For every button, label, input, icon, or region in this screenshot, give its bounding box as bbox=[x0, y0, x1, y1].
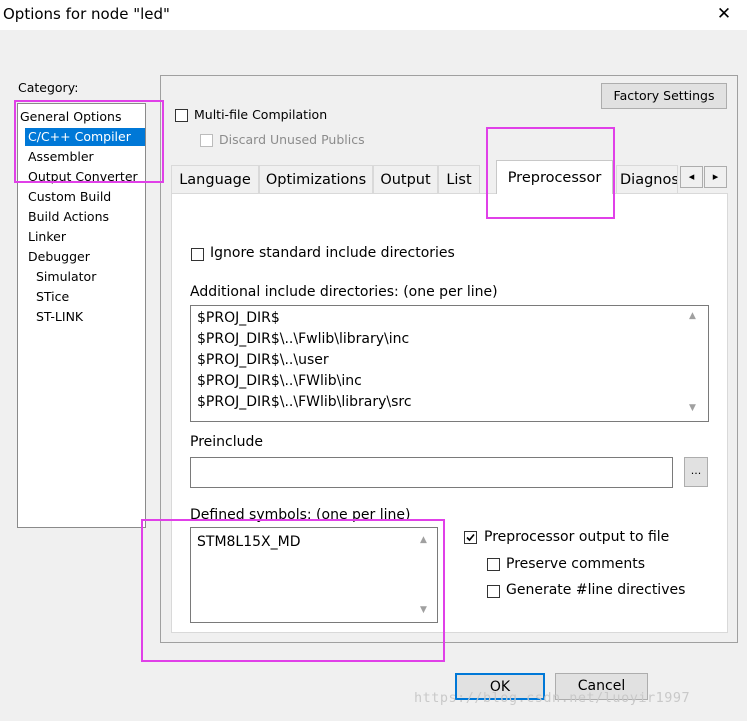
highlight-box-category bbox=[14, 100, 164, 183]
discard-unused-label: Discard Unused Publics bbox=[219, 132, 365, 147]
include-dir-line: $PROJ_DIR$\..\FWlib\library\src bbox=[197, 394, 412, 410]
multi-file-label: Multi-file Compilation bbox=[194, 107, 328, 122]
tab-diagnostics[interactable]: Diagnos bbox=[616, 165, 678, 193]
tab-list[interactable]: List bbox=[438, 165, 480, 193]
line-directives-label: Generate #line directives bbox=[506, 582, 686, 598]
tab-scroll-right-icon[interactable]: ▸ bbox=[704, 166, 727, 188]
watermark: https://blog.csdn.net/luoyir1997 bbox=[414, 690, 691, 706]
multi-file-checkbox[interactable] bbox=[175, 109, 188, 122]
scroll-down-icon[interactable]: ▼ bbox=[689, 403, 696, 413]
include-dir-line: $PROJ_DIR$\..\Fwlib\library\inc bbox=[197, 331, 410, 347]
category-item-debugger[interactable]: Debugger bbox=[28, 248, 90, 266]
category-item-linker[interactable]: Linker bbox=[28, 228, 66, 246]
highlight-box-defined-symbols bbox=[141, 519, 445, 662]
include-dirs-textarea[interactable]: $PROJ_DIR$ $PROJ_DIR$\..\Fwlib\library\i… bbox=[190, 305, 709, 422]
include-dir-line: $PROJ_DIR$\..\user bbox=[197, 352, 329, 368]
tab-scroll-left-icon[interactable]: ◂ bbox=[680, 166, 703, 188]
category-item-simulator[interactable]: Simulator bbox=[36, 268, 96, 286]
checkmark-icon bbox=[466, 533, 475, 542]
include-dirs-label: Additional include directories: (one per… bbox=[190, 284, 498, 300]
line-directives-checkbox[interactable] bbox=[487, 585, 500, 598]
include-dir-line: $PROJ_DIR$ bbox=[197, 310, 280, 326]
category-label: Category: bbox=[18, 80, 79, 95]
scroll-up-icon[interactable]: ▲ bbox=[689, 311, 696, 321]
include-dir-line: $PROJ_DIR$\..\FWlib\inc bbox=[197, 373, 362, 389]
browse-button[interactable]: ... bbox=[684, 457, 708, 487]
preinclude-input[interactable] bbox=[190, 457, 673, 488]
tab-optimizations[interactable]: Optimizations bbox=[259, 165, 373, 193]
category-item-build-actions[interactable]: Build Actions bbox=[28, 208, 109, 226]
highlight-box-preprocessor-tab bbox=[486, 127, 615, 219]
window-title: Options for node "led" bbox=[3, 5, 170, 23]
factory-settings-button[interactable]: Factory Settings bbox=[601, 83, 727, 109]
preserve-comments-checkbox[interactable] bbox=[487, 558, 500, 571]
discard-unused-checkbox[interactable] bbox=[200, 134, 213, 147]
ignore-std-label: Ignore standard include directories bbox=[210, 245, 455, 261]
category-item-custom-build[interactable]: Custom Build bbox=[28, 188, 111, 206]
category-item-st-link[interactable]: ST-LINK bbox=[36, 308, 83, 326]
tab-output[interactable]: Output bbox=[373, 165, 438, 193]
tab-language[interactable]: Language bbox=[171, 165, 259, 193]
ignore-std-checkbox[interactable] bbox=[191, 248, 204, 261]
preserve-comments-label: Preserve comments bbox=[506, 556, 646, 572]
pp-output-checkbox[interactable] bbox=[464, 531, 477, 544]
preinclude-label: Preinclude bbox=[190, 434, 263, 450]
pp-output-label: Preprocessor output to file bbox=[484, 529, 670, 545]
category-item-stice[interactable]: STice bbox=[36, 288, 69, 306]
close-icon[interactable]: ✕ bbox=[714, 4, 734, 24]
